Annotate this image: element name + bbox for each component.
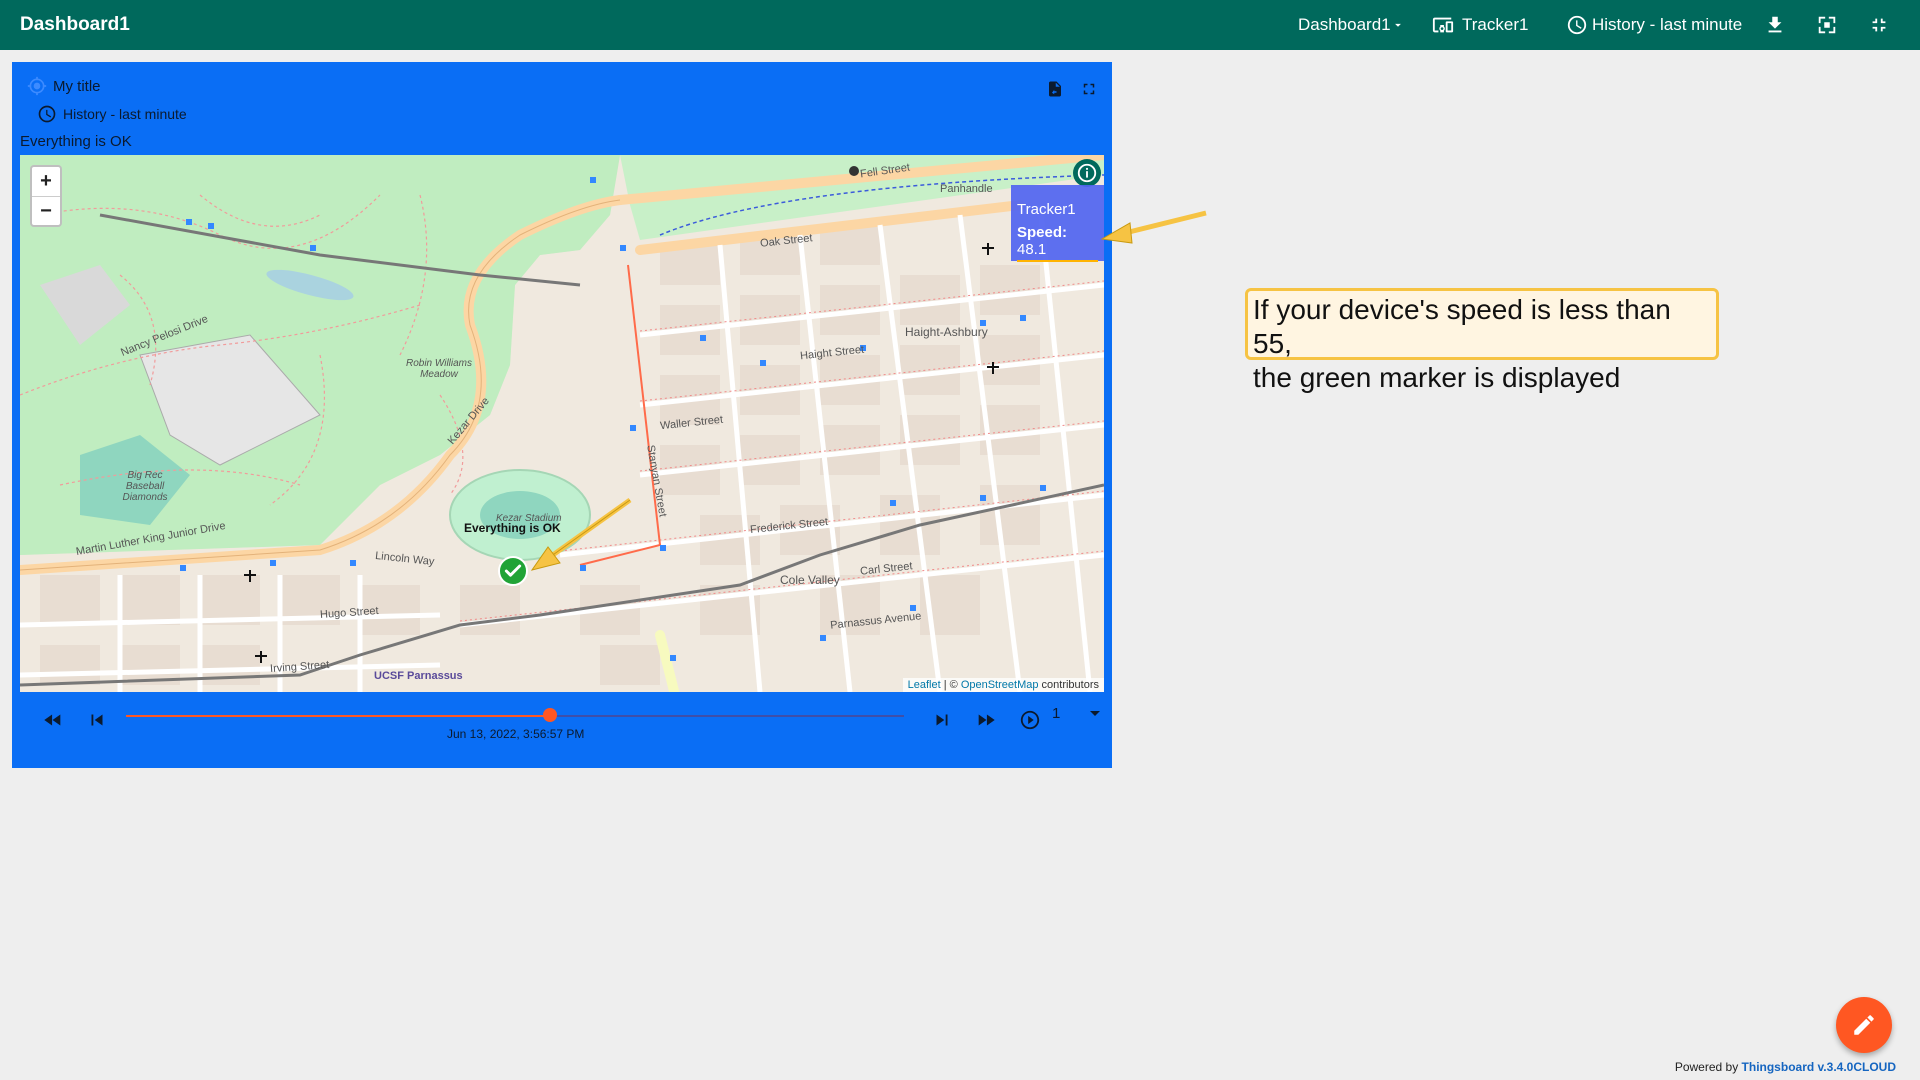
tracker-tooltip: Tracker1 Speed: 48.1 [1011,185,1104,262]
widget-timewindow-label: History - last minute [63,106,187,122]
dashboard-select[interactable]: Dashboard1 [1298,0,1405,50]
leaflet-link[interactable]: Leaflet [908,679,941,691]
dashboard-title: Dashboard1 [20,14,130,35]
widget-title-text: My title [53,77,101,95]
callout-line-2: the green marker is displayed [1253,362,1621,393]
map-info-button[interactable] [1073,159,1101,187]
clock-icon [38,105,56,123]
fast-forward-button[interactable] [975,709,997,736]
dashboard-select-label: Dashboard1 [1298,15,1391,34]
tooltip-entity-name: Tracker1 [1017,201,1076,218]
play-circle-icon [1020,710,1040,730]
play-button[interactable] [1019,709,1041,736]
gps-fixed-icon [27,76,47,96]
speed-caret-icon[interactable] [1090,711,1100,716]
exit-fullscreen-button[interactable] [1868,0,1890,50]
tooltip-speed: Speed: 48.1 [1017,224,1098,262]
entity-state-button[interactable]: Tracker1 [1432,0,1528,50]
top-toolbar: Dashboard1 Dashboard1 Tracker1 History -… [0,0,1920,50]
entity-label: Tracker1 [1462,15,1529,34]
tooltip-arrow-icon [1100,210,1207,244]
timeline-timestamp: Jun 13, 2022, 3:56:57 PM [447,727,585,741]
widget-actions [1046,80,1098,98]
tooltip-speed-label: Speed: [1017,224,1068,241]
fast-rewind-button[interactable] [42,709,64,736]
timewindow-button[interactable]: History - last minute [1566,0,1742,50]
skip-next-icon [936,714,948,726]
zoom-out-button[interactable]: − [32,196,60,225]
map-label: Robin Williams Meadow [405,358,473,380]
clock-icon [1567,15,1587,35]
zoom-in-button[interactable]: + [32,167,60,196]
thingsboard-link[interactable]: Thingsboard v.3.4.0CLOUD [1742,1060,1896,1074]
map-label: Panhandle [940,183,993,195]
timeline-progress [126,715,550,717]
fullscreen-icon [1818,16,1836,34]
skip-previous-icon [91,714,103,726]
export-button[interactable] [1764,0,1786,50]
timewindow-label: History - last minute [1592,15,1743,34]
widget-timewindow[interactable]: History - last minute [37,104,187,124]
trip-animation-widget: My title History - last minute Everythin… [12,62,1112,768]
skip-next-button[interactable] [931,709,953,736]
fast-forward-icon [978,714,995,726]
map-label: UCSF Parnassus [374,670,463,682]
caret-down-icon [1394,23,1401,27]
fullscreen-exit-icon [1872,18,1886,32]
powered-by: Powered by Thingsboard v.3.4.0CLOUD [1675,1060,1896,1074]
map-attribution: Leaflet | © OpenStreetMap contributors [902,678,1104,692]
export-csv-icon[interactable] [1046,80,1064,98]
attribution-separator: | © [940,679,961,691]
devices-icon [1432,17,1454,33]
map-tiles [20,155,1104,692]
annotation-callout: If your device's speed is less than 55, … [1245,288,1719,393]
annotation-arrow-icon [530,497,632,571]
fullscreen-button[interactable] [1816,0,1838,50]
map-label: Haight-Ashbury [905,325,988,339]
edit-icon [1854,1015,1874,1035]
info-icon [1077,163,1097,183]
widget-status-text: Everything is OK [20,133,132,150]
speed-select[interactable]: 1 [1052,705,1060,722]
map-label: Big Rec Baseball Diamonds [122,470,168,503]
fullscreen-icon[interactable] [1080,80,1098,98]
timeline-control: Jun 13, 2022, 3:56:57 PM 1 [12,695,1112,765]
skip-previous-button[interactable] [86,709,108,736]
timeline-slider[interactable] [126,708,904,722]
edit-dashboard-button[interactable] [1836,997,1892,1053]
download-icon [1768,16,1782,33]
map-label: Cole Valley [780,573,840,587]
zoom-control: + − [30,165,62,227]
widget-title: My title [27,76,101,96]
callout-line-1: If your device's speed is less than 55, [1253,294,1671,359]
attribution-suffix: contributors [1038,679,1099,691]
osm-link[interactable]: OpenStreetMap [961,679,1039,691]
tooltip-speed-value: 48.1 [1017,241,1047,258]
powered-by-prefix: Powered by [1674,1060,1742,1074]
fast-rewind-icon [44,714,61,726]
timeline-thumb[interactable] [543,708,557,722]
map-container[interactable]: Fell Street Oak Street Panhandle Haight-… [20,155,1104,692]
